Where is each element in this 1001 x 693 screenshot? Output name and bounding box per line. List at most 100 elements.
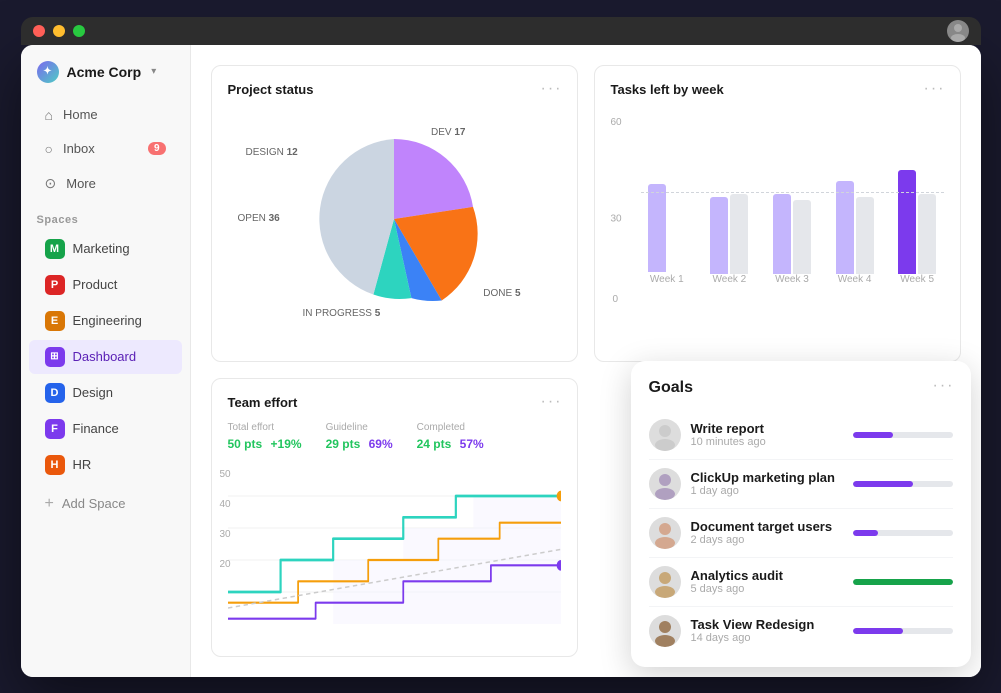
week5-bar-gray [918,194,936,274]
guideline-value: 29 pts 69% [326,435,393,452]
y-30: 30 [611,213,622,224]
week4-group: Week 4 [828,114,881,285]
design-label: DESIGN 12 [246,147,298,158]
company-name: Acme Corp [67,64,142,80]
completed-stat: Completed 24 pts 57% [417,422,484,452]
company-logo[interactable]: ✦ Acme Corp ▾ [21,61,190,99]
avatar[interactable] [947,20,969,42]
pie-chart-svg [294,119,494,319]
project-status-menu[interactable]: ··· [541,80,563,98]
line-y-50: 50 [220,469,231,480]
line-y-20: 20 [220,559,231,570]
week1-bar-purple [648,184,666,272]
goal-time-4: 14 days ago [691,632,843,644]
goal-item-2: Document target users 2 days ago [649,509,953,558]
week1-group: Week 1 [641,112,694,285]
nav-more-label: More [66,176,96,191]
week2-label: Week 2 [713,274,747,285]
nav-inbox[interactable]: ○ Inbox 9 [29,133,182,165]
project-status-card: Project status ··· [211,65,578,362]
goal-avatar-3 [649,566,681,598]
completed-label: Completed [417,422,484,433]
product-label: Product [73,277,118,292]
week3-label: Week 3 [775,274,809,285]
sidebar-item-hr[interactable]: H HR [29,448,182,482]
goal-progress-4 [853,628,953,634]
maximize-button[interactable] [73,25,85,37]
home-icon: ⌂ [45,107,53,123]
week4-bar-purple [836,181,854,274]
week3-bar-purple [773,194,791,274]
nav-home-label: Home [63,107,98,122]
dev-label: DEV 17 [431,127,465,138]
week5-group: Week 5 [891,114,944,285]
guideline-pct: 69% [369,437,393,451]
tasks-week-title: Tasks left by week [611,82,944,97]
minimize-button[interactable] [53,25,65,37]
line-chart-svg [228,464,561,624]
sidebar-item-dashboard[interactable]: ⊞ Dashboard [29,340,182,374]
goal-info-1: ClickUp marketing plan 1 day ago [691,470,843,497]
completed-value: 24 pts 57% [417,435,484,452]
nav-more[interactable]: ⊙ More [29,167,182,200]
goal-fill-4 [853,628,903,634]
more-icon: ⊙ [45,175,57,192]
inbox-icon: ○ [45,141,53,157]
sidebar-item-product[interactable]: P Product [29,268,182,302]
goal-avatar-1 [649,468,681,500]
goal-info-4: Task View Redesign 14 days ago [691,617,843,644]
close-button[interactable] [33,25,45,37]
goal-fill-3 [853,579,953,585]
sidebar-item-engineering[interactable]: E Engineering [29,304,182,338]
guideline-label: Guideline [326,422,393,433]
tasks-by-week-card: Tasks left by week ··· 60 30 0 [594,65,961,362]
finance-label: Finance [73,421,119,436]
sidebar-item-marketing[interactable]: M Marketing [29,232,182,266]
completed-pct: 57% [460,437,484,451]
week2-bar-purple [710,197,728,274]
goal-info-2: Document target users 2 days ago [691,519,843,546]
goal-name-3: Analytics audit [691,568,843,583]
total-effort-label: Total effort [228,422,302,433]
sidebar-item-design[interactable]: D Design [29,376,182,410]
logo-icon: ✦ [37,61,59,83]
nav-inbox-label: Inbox [63,141,95,156]
dashed-guideline [641,192,944,193]
add-space-button[interactable]: + Add Space [29,488,182,520]
team-effort-card: Team effort ··· Total effort 50 pts +19%… [211,378,578,657]
open-label: OPEN 36 [238,213,280,224]
goal-progress-0 [853,432,953,438]
week5-bar-dark [898,170,916,274]
total-effort-stat: Total effort 50 pts +19% [228,422,302,452]
goal-progress-3 [853,579,953,585]
spaces-label: Spaces [21,202,190,232]
bar-groups: Week 1 Week 2 [641,109,944,305]
goal-fill-0 [853,432,893,438]
done-label: DONE 5 [483,288,520,299]
week3-group: Week 3 [766,114,819,285]
inbox-badge: 9 [148,142,166,155]
design-icon: D [45,383,65,403]
goal-progress-1 [853,481,953,487]
goal-avatar-2 [649,517,681,549]
goals-panel: Goals ··· Write report 10 minutes ago [631,361,971,667]
goal-fill-2 [853,530,878,536]
add-space-label: Add Space [62,496,126,511]
sidebar-item-finance[interactable]: F Finance [29,412,182,446]
week1-label: Week 1 [650,274,684,285]
goals-menu[interactable]: ··· [933,377,955,395]
marketing-label: Marketing [73,241,130,256]
goal-time-0: 10 minutes ago [691,436,843,448]
dashboard-label: Dashboard [73,349,137,364]
goal-item-0: Write report 10 minutes ago [649,411,953,460]
line-y-30: 30 [220,529,231,540]
nav-home[interactable]: ⌂ Home [29,99,182,131]
sidebar: ✦ Acme Corp ▾ ⌂ Home ○ Inbox 9 ⊙ More Sp… [21,45,191,677]
tasks-week-menu[interactable]: ··· [924,80,946,98]
team-effort-stats: Total effort 50 pts +19% Guideline 29 pt… [228,422,561,452]
goal-name-4: Task View Redesign [691,617,843,632]
goal-item-4: Task View Redesign 14 days ago [649,607,953,655]
team-effort-menu[interactable]: ··· [541,393,563,411]
week3-bar-gray [793,200,811,274]
goal-name-2: Document target users [691,519,843,534]
